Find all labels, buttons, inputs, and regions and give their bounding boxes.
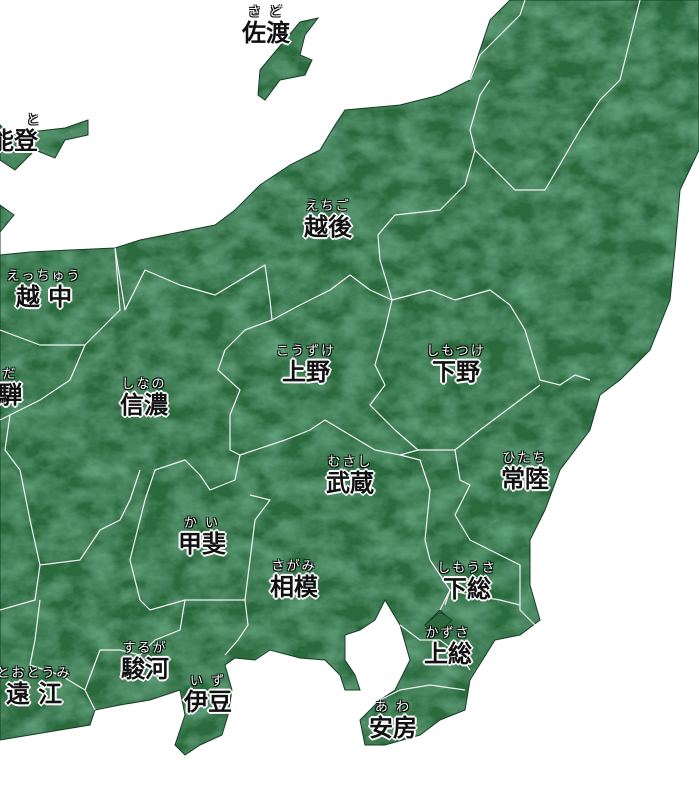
- furigana-etchu: えっちゅう: [6, 269, 82, 284]
- province-name-echigo: 越後: [304, 213, 352, 241]
- furigana-hitachi: ひたち: [502, 451, 548, 466]
- province-label-hitachi: ひたち 常陸: [501, 452, 549, 493]
- province-name-izu: 伊豆: [184, 688, 232, 716]
- province-name-shinano: 信濃: [120, 391, 168, 419]
- province-name-musashi: 武蔵: [326, 469, 374, 497]
- furigana-sagami: さがみ: [271, 559, 317, 574]
- province-name-awa: 安房: [369, 714, 417, 742]
- furigana-kazusa: かずさ: [425, 626, 471, 641]
- province-label-kai: か い 甲斐: [178, 517, 226, 558]
- province-label-kazusa: かずさ 上総: [424, 627, 472, 668]
- furigana-shimotsuke: しもつけ: [426, 344, 486, 359]
- province-label-noto: と 能登: [0, 114, 42, 155]
- furigana-kozuke: こうずけ: [275, 344, 337, 359]
- province-name-shimotsuke: 下野: [431, 358, 480, 386]
- furigana-sado: さ ど: [247, 5, 285, 20]
- province-label-izu: い ず 伊豆: [184, 675, 232, 716]
- province-label-shinano: しなの 信濃: [120, 378, 168, 419]
- furigana-shimousa: しもうさ: [437, 561, 497, 576]
- province-label-sado: さ ど 佐渡: [242, 6, 290, 47]
- province-name-sagami: 相模: [270, 573, 318, 601]
- furigana-totomi: とおとうみ: [0, 666, 72, 681]
- furigana-izu: い ず: [189, 674, 227, 689]
- province-label-totomi: とおとうみ 遠 江: [0, 667, 72, 708]
- province-name-suruga: 駿河: [121, 655, 169, 683]
- furigana-awa: あ わ: [374, 700, 412, 715]
- furigana-noto: と: [26, 113, 42, 128]
- province-label-shimousa: しもうさ 下総: [437, 562, 497, 603]
- furigana-musashi: むさし: [327, 455, 373, 470]
- furigana-hida: だ: [2, 367, 18, 382]
- furigana-kai: か い: [183, 516, 221, 531]
- province-label-awa: あ わ 安房: [369, 701, 417, 742]
- province-name-kai: 甲斐: [178, 530, 226, 558]
- province-label-echigo: えちご 越後: [304, 200, 352, 241]
- furigana-suruga: するが: [122, 641, 168, 656]
- province-name-hida: 騨: [0, 381, 22, 409]
- province-name-kozuke: 上野: [281, 358, 330, 386]
- province-map: [0, 0, 699, 756]
- furigana-echigo: えちご: [305, 199, 351, 214]
- province-label-etchu: えっちゅう 越 中: [6, 270, 81, 311]
- province-name-noto: 能登: [0, 127, 38, 155]
- province-name-etchu: 越 中: [15, 283, 73, 311]
- province-label-suruga: するが 駿河: [121, 642, 169, 683]
- province-label-musashi: むさし 武蔵: [326, 456, 374, 497]
- province-name-hitachi: 常陸: [501, 465, 549, 493]
- province-name-sado: 佐渡: [242, 19, 290, 47]
- province-label-sagami: さがみ 相模: [270, 560, 318, 601]
- province-label-hida: だ 騨: [0, 368, 22, 409]
- province-name-shimousa: 下総: [443, 575, 491, 603]
- province-name-totomi: 遠 江: [5, 680, 63, 708]
- furigana-shinano: しなの: [121, 377, 167, 392]
- province-label-kozuke: こうずけ 上野: [276, 345, 336, 386]
- land-area: [0, 0, 699, 755]
- province-label-shimotsuke: しもつけ 下野: [426, 345, 485, 386]
- province-name-kazusa: 上総: [424, 640, 472, 668]
